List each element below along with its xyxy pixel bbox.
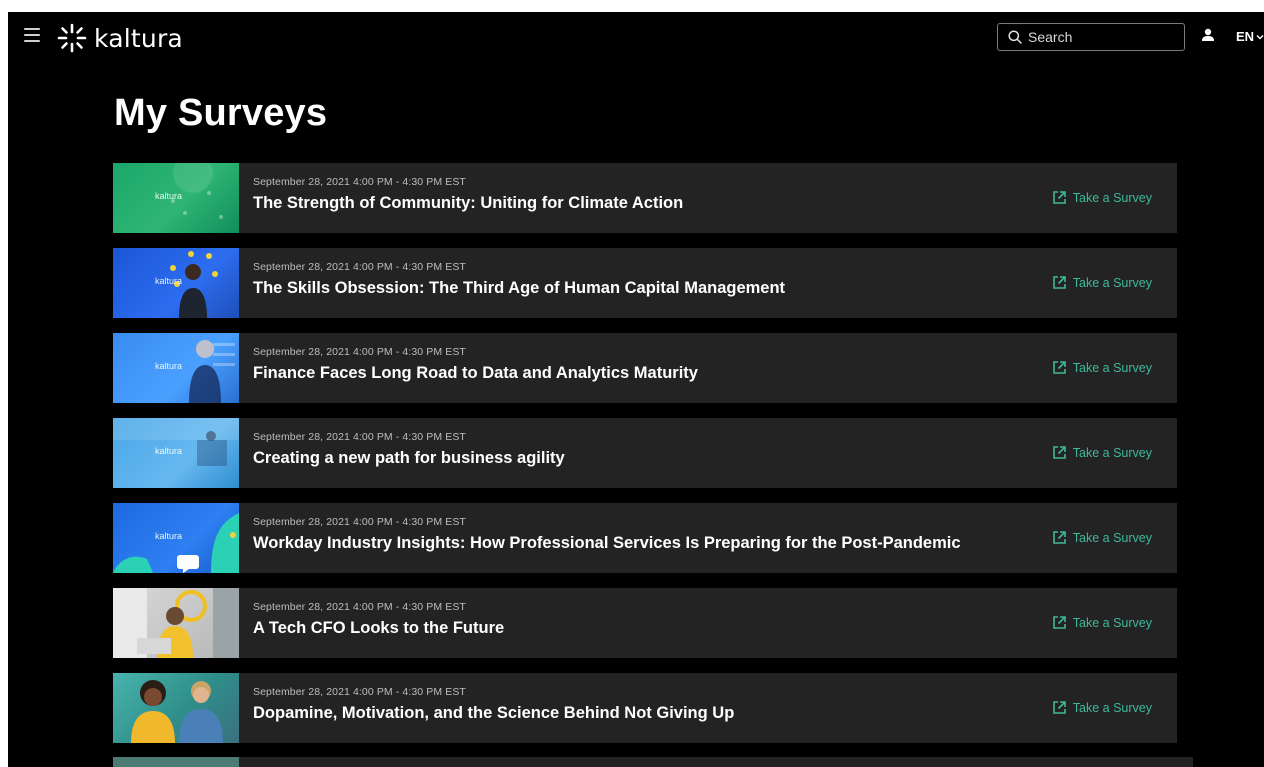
- external-link-icon: [1052, 276, 1066, 289]
- survey-row[interactable]: kaltura September 28, 2021 4:00 PM - 4:3…: [113, 248, 1177, 318]
- take-survey-link[interactable]: Take a Survey: [1052, 190, 1152, 205]
- session-date: September 28, 2021 4:00 PM - 4:30 PM EST: [253, 686, 466, 698]
- search-icon: [1008, 30, 1022, 44]
- session-title[interactable]: Finance Faces Long Road to Data and Anal…: [253, 364, 1177, 383]
- survey-row[interactable]: kaltura September 28, 2021 4:00 PM - 4:3…: [113, 503, 1177, 573]
- take-survey-label: Take a Survey: [1072, 275, 1152, 290]
- survey-info: September 28, 2021 4:00 PM - 4:30 PM EST…: [239, 333, 1177, 403]
- session-thumbnail[interactable]: kaltura: [113, 418, 239, 488]
- logo-text: kaltura: [94, 23, 183, 53]
- user-icon[interactable]: [1201, 28, 1215, 47]
- session-title[interactable]: The Skills Obsession: The Third Age of H…: [253, 279, 1177, 298]
- kaltura-logo[interactable]: kaltura: [56, 22, 183, 54]
- take-survey-label: Take a Survey: [1072, 445, 1152, 460]
- page-title: My Surveys: [114, 92, 328, 134]
- take-survey-label: Take a Survey: [1072, 700, 1152, 715]
- app-frame: kaltura EN My Surveys: [8, 12, 1264, 767]
- thumbnail-logo: kaltura: [155, 531, 183, 541]
- session-thumbnail[interactable]: kaltura: [113, 333, 239, 403]
- session-date: September 28, 2021 4:00 PM - 4:30 PM EST: [253, 261, 466, 273]
- external-link-icon: [1052, 531, 1066, 544]
- session-thumbnail[interactable]: kaltura: [113, 248, 239, 318]
- session-title[interactable]: Creating a new path for business agility: [253, 449, 1177, 468]
- thumbnail-logo: kaltura: [155, 361, 183, 371]
- take-survey-link[interactable]: Take a Survey: [1052, 445, 1152, 460]
- chevron-down-icon: [1256, 34, 1264, 39]
- survey-list: kaltura September 28, 2021 4:00 PM - 4:3…: [113, 163, 1177, 758]
- session-title[interactable]: The Strength of Community: Uniting for C…: [253, 194, 1177, 213]
- session-date: September 28, 2021 4:00 PM - 4:30 PM EST: [253, 516, 466, 528]
- kaltura-burst-icon: [57, 23, 87, 53]
- search-input[interactable]: [1028, 29, 1168, 45]
- top-bar: kaltura EN: [8, 12, 1264, 64]
- survey-info: September 28, 2021 4:00 PM - 4:30 PM EST…: [239, 588, 1177, 658]
- thumbnail-logo: kaltura: [155, 191, 183, 201]
- survey-row[interactable]: kaltura September 28, 2021 4:00 PM - 4:3…: [113, 418, 1177, 488]
- take-survey-label: Take a Survey: [1072, 615, 1152, 630]
- survey-info: September 28, 2021 4:00 PM - 4:30 PM EST…: [239, 503, 1177, 573]
- survey-info: September 28, 2021 4:00 PM - 4:30 PM EST…: [239, 673, 1177, 743]
- session-title[interactable]: A Tech CFO Looks to the Future: [253, 619, 1177, 638]
- take-survey-label: Take a Survey: [1072, 360, 1152, 375]
- language-label: EN: [1236, 29, 1255, 44]
- survey-info: September 28, 2021 4:00 PM - 4:30 PM EST…: [239, 248, 1177, 318]
- session-thumbnail[interactable]: [113, 588, 239, 658]
- take-survey-link[interactable]: Take a Survey: [1052, 360, 1152, 375]
- survey-info: September 28, 2021 4:00 PM - 4:30 PM EST…: [239, 163, 1177, 233]
- session-date: September 28, 2021 4:00 PM - 4:30 PM EST: [253, 601, 466, 613]
- take-survey-link[interactable]: Take a Survey: [1052, 615, 1152, 630]
- external-link-icon: [1052, 361, 1066, 374]
- take-survey-label: Take a Survey: [1072, 190, 1152, 205]
- session-date: September 28, 2021 4:00 PM - 4:30 PM EST: [253, 176, 466, 188]
- survey-info: September 28, 2021 4:00 PM - 4:30 PM EST…: [239, 418, 1177, 488]
- survey-row[interactable]: September 28, 2021 4:00 PM - 4:30 PM EST…: [113, 673, 1177, 743]
- take-survey-link[interactable]: Take a Survey: [1052, 530, 1152, 545]
- session-thumbnail[interactable]: [113, 673, 239, 743]
- menu-icon[interactable]: [24, 28, 40, 42]
- thumbnail-logo: kaltura: [155, 276, 183, 286]
- take-survey-label: Take a Survey: [1072, 530, 1152, 545]
- survey-row[interactable]: kaltura September 28, 2021 4:00 PM - 4:3…: [113, 163, 1177, 233]
- external-link-icon: [1052, 191, 1066, 204]
- session-title[interactable]: Workday Industry Insights: How Professio…: [253, 534, 1177, 553]
- thumbnail-logo: kaltura: [155, 446, 183, 456]
- survey-row[interactable]: September 28, 2021 4:00 PM - 4:30 PM EST…: [113, 588, 1177, 658]
- survey-row[interactable]: kaltura September 28, 2021 4:00 PM - 4:3…: [113, 333, 1177, 403]
- session-title[interactable]: Dopamine, Motivation, and the Science Be…: [253, 704, 1177, 723]
- take-survey-link[interactable]: Take a Survey: [1052, 275, 1152, 290]
- session-thumbnail[interactable]: kaltura: [113, 163, 239, 233]
- external-link-icon: [1052, 446, 1066, 459]
- session-thumbnail[interactable]: [113, 757, 239, 767]
- language-selector[interactable]: EN: [1236, 29, 1264, 44]
- search-box[interactable]: [997, 23, 1185, 51]
- session-date: September 28, 2021 4:00 PM - 4:30 PM EST: [253, 346, 466, 358]
- session-date: September 28, 2021 4:00 PM - 4:30 PM EST: [253, 431, 466, 443]
- external-link-icon: [1052, 616, 1066, 629]
- take-survey-link[interactable]: Take a Survey: [1052, 700, 1152, 715]
- survey-row-partial[interactable]: [113, 757, 1193, 767]
- external-link-icon: [1052, 701, 1066, 714]
- session-thumbnail[interactable]: kaltura: [113, 503, 239, 573]
